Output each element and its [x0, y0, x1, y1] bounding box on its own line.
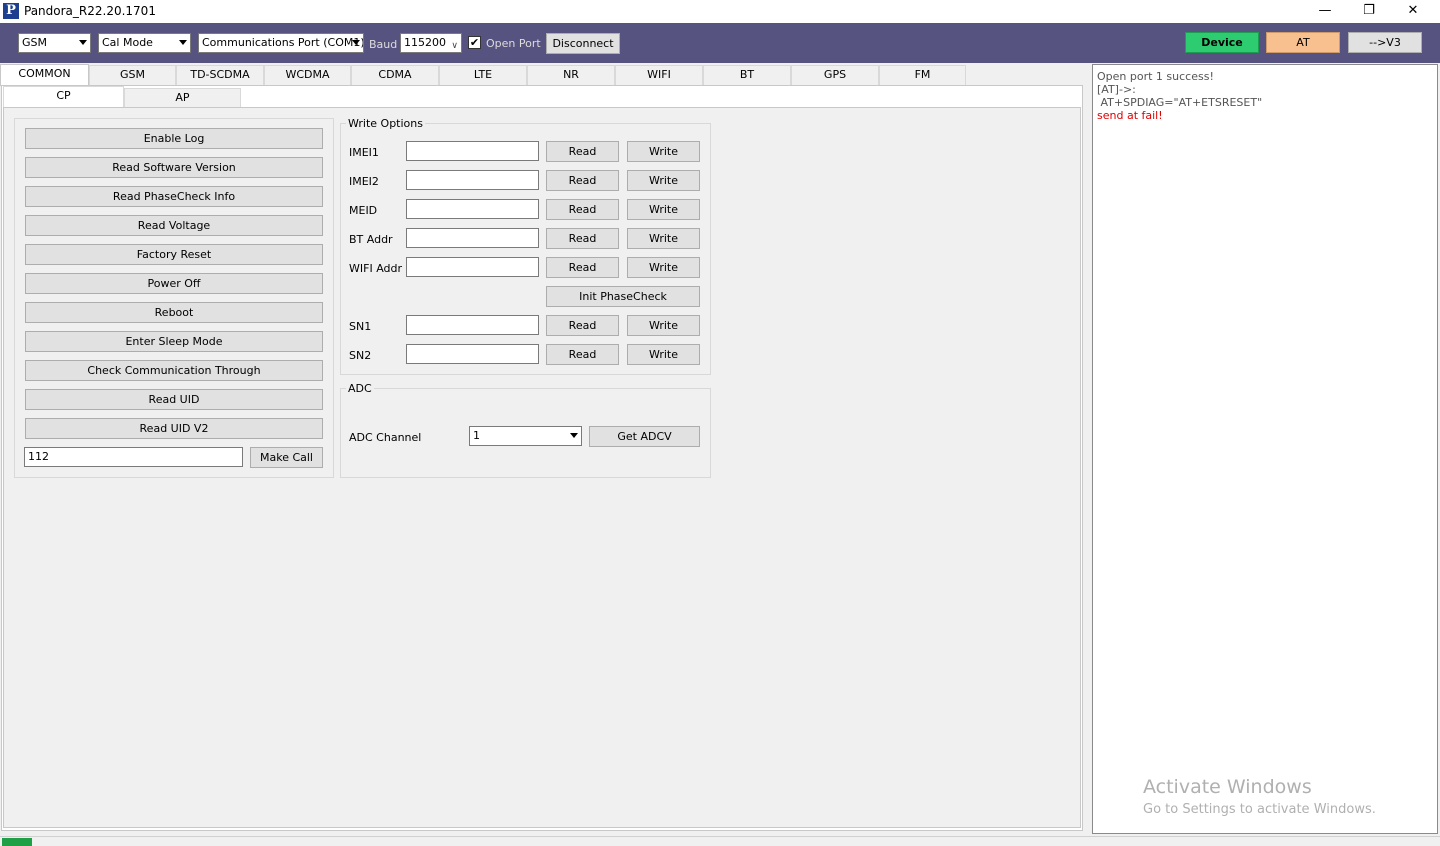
bt-addr-write-button[interactable]: Write	[627, 228, 700, 249]
dropdown-arrow-icon	[352, 40, 360, 45]
power-off-button[interactable]: Power Off	[25, 273, 323, 294]
wifi-addr-input[interactable]	[406, 257, 539, 277]
adc-title: ADC	[346, 382, 374, 395]
make-call-button[interactable]: Make Call	[250, 447, 323, 468]
write-options-title: Write Options	[346, 117, 425, 130]
sn1-input[interactable]	[406, 315, 539, 335]
factory-reset-button[interactable]: Factory Reset	[25, 244, 323, 265]
subtab-ap[interactable]: AP	[124, 88, 241, 107]
device-button[interactable]: Device	[1185, 32, 1259, 53]
read-uid-v2-button[interactable]: Read UID V2	[25, 418, 323, 439]
enter-sleep-mode-button[interactable]: Enter Sleep Mode	[25, 331, 323, 352]
sn2-input[interactable]	[406, 344, 539, 364]
meid-label: MEID	[349, 204, 378, 217]
port-select-value: Communications Port (COM1)	[202, 36, 364, 49]
log-line-error: send at fail!	[1097, 109, 1163, 122]
imei2-input[interactable]	[406, 170, 539, 190]
tab-wcdma[interactable]: WCDMA	[264, 65, 351, 85]
open-port-checkbox[interactable]: ✔	[468, 36, 481, 49]
open-port-label: Open Port	[486, 37, 541, 50]
meid-input[interactable]	[406, 199, 539, 219]
subtab-cp[interactable]: CP	[3, 86, 124, 107]
window-title: Pandora_R22.20.1701	[24, 4, 156, 18]
tab-fm[interactable]: FM	[879, 65, 966, 85]
bt-addr-input[interactable]	[406, 228, 539, 248]
read-uid-button[interactable]: Read UID	[25, 389, 323, 410]
app-logo-icon: P	[3, 3, 19, 19]
mode-select[interactable]: GSM	[18, 33, 91, 53]
check-communication-through-button[interactable]: Check Communication Through	[25, 360, 323, 381]
cal-mode-select-value: Cal Mode	[102, 36, 153, 49]
tab-bt[interactable]: BT	[703, 65, 791, 85]
enable-log-button[interactable]: Enable Log	[25, 128, 323, 149]
bt-addr-read-button[interactable]: Read	[546, 228, 619, 249]
activation-watermark-subtitle: Go to Settings to activate Windows.	[1143, 802, 1376, 817]
init-phasecheck-button[interactable]: Init PhaseCheck	[546, 286, 700, 307]
read-phasecheck-info-button[interactable]: Read PhaseCheck Info	[25, 186, 323, 207]
tab-wifi[interactable]: WIFI	[615, 65, 703, 85]
tab-common[interactable]: COMMON	[0, 64, 89, 86]
sn1-read-button[interactable]: Read	[546, 315, 619, 336]
imei2-write-button[interactable]: Write	[627, 170, 700, 191]
tab-lte[interactable]: LTE	[439, 65, 527, 85]
chevron-down-icon: ∨	[451, 41, 458, 51]
tab-nr[interactable]: NR	[527, 65, 615, 85]
minimize-button[interactable]: —	[1302, 0, 1348, 23]
tab-cdma[interactable]: CDMA	[351, 65, 439, 85]
dropdown-arrow-icon	[570, 433, 578, 438]
v3-button[interactable]: -->V3	[1348, 32, 1422, 53]
baud-select[interactable]: 115200 ∨	[400, 33, 462, 53]
cal-mode-select[interactable]: Cal Mode	[98, 33, 191, 53]
log-line: [AT]->:	[1097, 83, 1136, 96]
baud-label: Baud	[369, 38, 398, 51]
log-line: Open port 1 success!	[1097, 70, 1214, 83]
sn1-label: SN1	[349, 320, 372, 333]
call-number-input[interactable]: 112	[24, 447, 243, 467]
status-bar	[0, 836, 1440, 846]
disconnect-button[interactable]: Disconnect	[546, 33, 620, 54]
tab-td-scdma[interactable]: TD-SCDMA	[176, 65, 264, 85]
sn2-write-button[interactable]: Write	[627, 344, 700, 365]
log-line: AT+SPDIAG="AT+ETSRESET"	[1097, 96, 1263, 109]
wifi-addr-write-button[interactable]: Write	[627, 257, 700, 278]
wifi-addr-read-button[interactable]: Read	[546, 257, 619, 278]
adc-channel-value: 1	[473, 429, 480, 442]
bt-addr-label: BT Addr	[349, 233, 393, 246]
imei1-write-button[interactable]: Write	[627, 141, 700, 162]
restore-button[interactable]: ❐	[1346, 0, 1392, 23]
sn2-read-button[interactable]: Read	[546, 344, 619, 365]
imei2-label: IMEI2	[349, 175, 379, 188]
mode-select-value: GSM	[22, 36, 47, 49]
imei2-read-button[interactable]: Read	[546, 170, 619, 191]
read-software-version-button[interactable]: Read Software Version	[25, 157, 323, 178]
tab-gsm[interactable]: GSM	[89, 65, 176, 85]
close-button[interactable]: ✕	[1390, 0, 1436, 23]
get-adcv-button[interactable]: Get ADCV	[589, 426, 700, 447]
adc-channel-select[interactable]: 1	[469, 426, 582, 446]
wifi-addr-label: WIFI Addr	[349, 262, 403, 275]
sn1-write-button[interactable]: Write	[627, 315, 700, 336]
port-select[interactable]: Communications Port (COM1)	[198, 33, 364, 53]
adc-channel-label: ADC Channel	[349, 431, 422, 444]
imei1-read-button[interactable]: Read	[546, 141, 619, 162]
reboot-button[interactable]: Reboot	[25, 302, 323, 323]
tab-gps[interactable]: GPS	[791, 65, 879, 85]
meid-read-button[interactable]: Read	[546, 199, 619, 220]
baud-select-value: 115200	[404, 36, 446, 49]
title-bar: P Pandora_R22.20.1701 — ❐ ✕	[0, 0, 1440, 23]
imei1-input[interactable]	[406, 141, 539, 161]
log-panel[interactable]: Open port 1 success! [AT]->: AT+SPDIAG="…	[1092, 64, 1438, 834]
read-voltage-button[interactable]: Read Voltage	[25, 215, 323, 236]
activation-watermark-title: Activate Windows	[1143, 776, 1312, 798]
meid-write-button[interactable]: Write	[627, 199, 700, 220]
dropdown-arrow-icon	[79, 40, 87, 45]
dropdown-arrow-icon	[179, 40, 187, 45]
at-button[interactable]: AT	[1266, 32, 1340, 53]
status-indicator	[2, 838, 32, 846]
sn2-label: SN2	[349, 349, 372, 362]
imei1-label: IMEI1	[349, 146, 379, 159]
